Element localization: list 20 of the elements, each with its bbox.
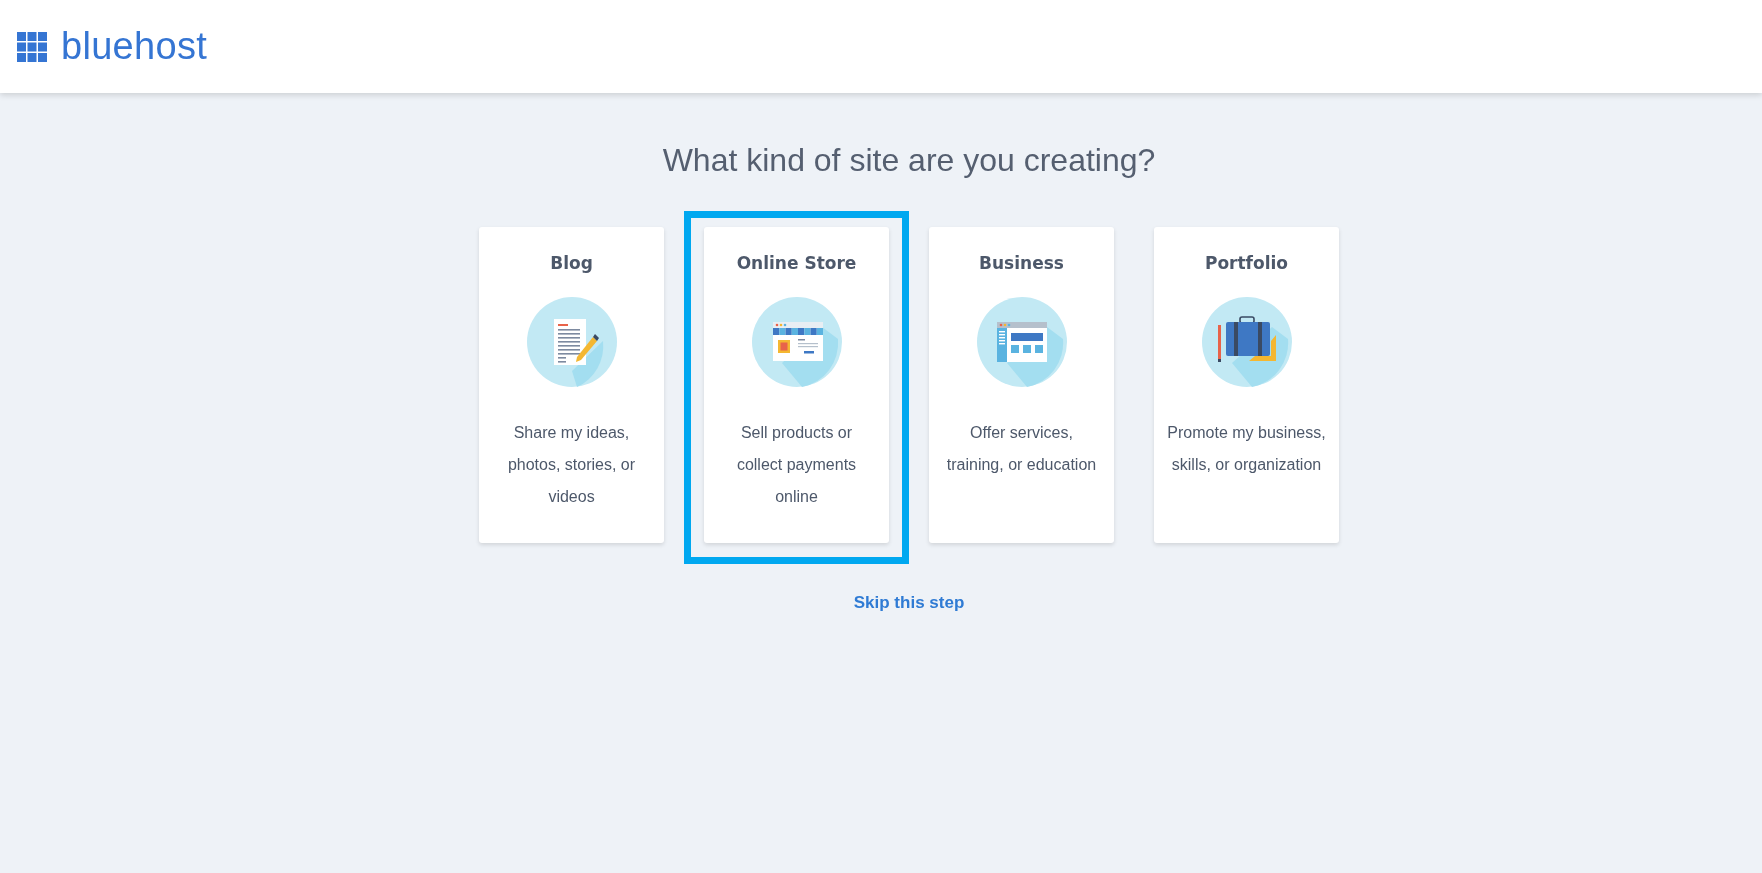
card-description: Promote my business, skills, or organization xyxy=(1166,423,1327,475)
card-title: Portfolio xyxy=(1204,252,1289,275)
logo-text: bluehost xyxy=(61,25,208,68)
grid-logo-icon xyxy=(17,31,47,62)
card-description: Sell products or collect payments online xyxy=(735,423,858,507)
briefcase-icon xyxy=(1201,297,1292,387)
storefront-icon xyxy=(751,297,842,387)
card-description: Offer services, training, or education xyxy=(945,423,1098,475)
page-heading: What kind of site are you creating? xyxy=(662,141,1156,180)
skip-link[interactable]: Skip this step xyxy=(853,593,965,613)
site-type-option[interactable]: Blog Share my ideas, photos, stories, or videos xyxy=(459,211,684,564)
site-type-option[interactable]: Online Store Sell products or collect payments online xyxy=(684,211,909,564)
site-type-option[interactable]: Business Offer services, training, or education xyxy=(909,211,1134,564)
card-title: Blog xyxy=(550,252,593,275)
card-title: Online Store xyxy=(736,252,857,275)
card-description: Share my ideas, photos, stories, or videos xyxy=(506,423,637,507)
browser-window-icon xyxy=(976,297,1067,387)
card-title: Business xyxy=(979,252,1064,275)
site-type-option[interactable]: Portfolio Promote my business, skills, or organization xyxy=(1134,211,1359,564)
document-pencil-icon xyxy=(526,297,617,387)
